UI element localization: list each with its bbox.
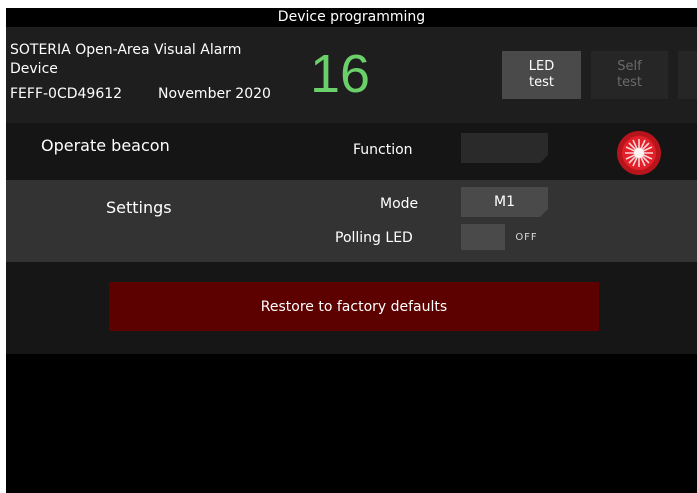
function-select[interactable] [461,133,548,163]
led-test-label-line1: LED [528,59,555,74]
self-test-label-line2: test [617,75,642,90]
function-label: Function [353,142,413,158]
mode-value: M1 [494,194,515,210]
device-address: 16 [310,44,371,104]
led-test-label-line2: test [529,75,554,90]
settings-row [6,180,697,262]
select-corner-notch [540,155,548,163]
mode-select[interactable]: M1 [461,187,548,217]
settings-label: Settings [106,198,172,217]
device-name: SOTERIA Open-Area Visual Alarm Device [10,42,242,77]
device-id: FEFF-0CD49612 [10,86,123,102]
restore-factory-defaults-button[interactable]: Restore to factory defaults [109,282,599,331]
toggle-knob [461,224,505,250]
toggle-state: OFF [505,224,548,250]
device-screen: Device programming SOTERIA Open-Area Vis… [6,8,697,493]
operate-beacon-label: Operate beacon [41,136,170,155]
polling-led-toggle[interactable]: OFF [461,224,548,250]
select-corner-notch [540,209,548,217]
mode-label: Mode [380,196,419,212]
self-test-button[interactable]: Self test [591,51,668,99]
red-flashing-beacon-icon[interactable] [616,130,662,176]
led-test-button[interactable]: LED test [502,51,581,99]
polling-led-label: Polling LED [335,230,413,246]
device-date: November 2020 [158,86,271,102]
self-test-label-line1: Self [617,59,642,74]
partially-visible-button[interactable] [678,51,697,99]
window-title: Device programming [6,8,697,27]
